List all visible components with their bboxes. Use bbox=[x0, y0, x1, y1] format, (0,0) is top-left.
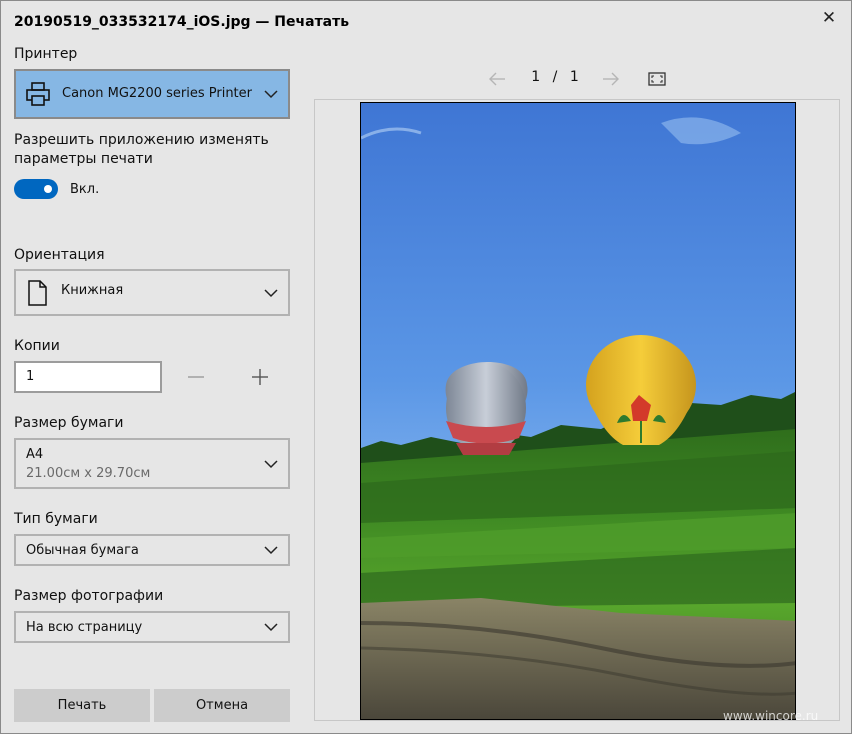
chevron-down-icon bbox=[264, 623, 278, 632]
print-dialog: 20190519_033532174_iOS.jpg — Печатать ✕ … bbox=[0, 0, 852, 734]
paper-type-select[interactable]: Обычная бумага bbox=[14, 534, 290, 566]
total-pages: 1 bbox=[569, 69, 579, 85]
page-counter: 1 / 1 bbox=[529, 69, 581, 85]
paper-size-value: A4 bbox=[26, 447, 44, 462]
orientation-select[interactable]: Книжная bbox=[14, 269, 290, 316]
orientation-value: Книжная bbox=[61, 283, 124, 298]
allow-app-toggle[interactable] bbox=[14, 179, 58, 199]
copies-label: Копии bbox=[14, 338, 60, 354]
print-button[interactable]: Печать bbox=[14, 689, 150, 722]
paper-type-label: Тип бумаги bbox=[14, 511, 98, 527]
chevron-down-icon bbox=[264, 546, 278, 555]
balloon-photo bbox=[361, 103, 795, 719]
printer-icon bbox=[26, 82, 50, 106]
chevron-down-icon bbox=[264, 90, 278, 99]
current-page: 1 bbox=[531, 69, 541, 85]
plus-icon[interactable] bbox=[250, 367, 270, 387]
paper-size-label: Размер бумаги bbox=[14, 415, 124, 431]
photo-size-value: На всю страницу bbox=[26, 620, 143, 635]
cancel-button[interactable]: Отмена bbox=[154, 689, 290, 722]
fit-page-icon[interactable] bbox=[647, 69, 667, 89]
paper-size-detail: 21.00см x 29.70см bbox=[26, 466, 151, 481]
copies-input[interactable]: 1 bbox=[14, 361, 162, 393]
printer-select[interactable]: Canon MG2200 series Printer bbox=[14, 69, 290, 119]
photo-size-label: Размер фотографии bbox=[14, 588, 164, 604]
photo-size-select[interactable]: На всю страницу bbox=[14, 611, 290, 643]
orientation-label: Ориентация bbox=[14, 247, 105, 263]
page-icon bbox=[28, 280, 47, 306]
chevron-down-icon bbox=[264, 288, 278, 297]
minus-icon[interactable] bbox=[186, 367, 206, 387]
print-preview bbox=[314, 99, 840, 721]
window-title: 20190519_033532174_iOS.jpg — Печатать bbox=[14, 14, 350, 30]
paper-size-select[interactable]: A4 21.00см x 29.70см bbox=[14, 438, 290, 489]
printer-name: Canon MG2200 series Printer bbox=[62, 86, 252, 101]
toggle-state-label: Вкл. bbox=[70, 182, 100, 197]
printer-label: Принтер bbox=[14, 46, 78, 62]
previous-page-icon[interactable] bbox=[487, 69, 507, 89]
page-separator: / bbox=[552, 69, 558, 85]
paper-type-value: Обычная бумага bbox=[26, 543, 139, 558]
preview-photo bbox=[360, 102, 796, 720]
close-icon: ✕ bbox=[821, 8, 837, 28]
allow-app-label: Разрешить приложению изменять bbox=[14, 132, 269, 148]
next-page-icon[interactable] bbox=[601, 69, 621, 89]
toggle-knob bbox=[44, 185, 52, 193]
chevron-down-icon bbox=[264, 459, 278, 468]
watermark: www.wincore.ru bbox=[723, 709, 819, 723]
close-button[interactable]: ✕ bbox=[815, 5, 843, 31]
allow-app-label-2: параметры печати bbox=[14, 151, 153, 167]
